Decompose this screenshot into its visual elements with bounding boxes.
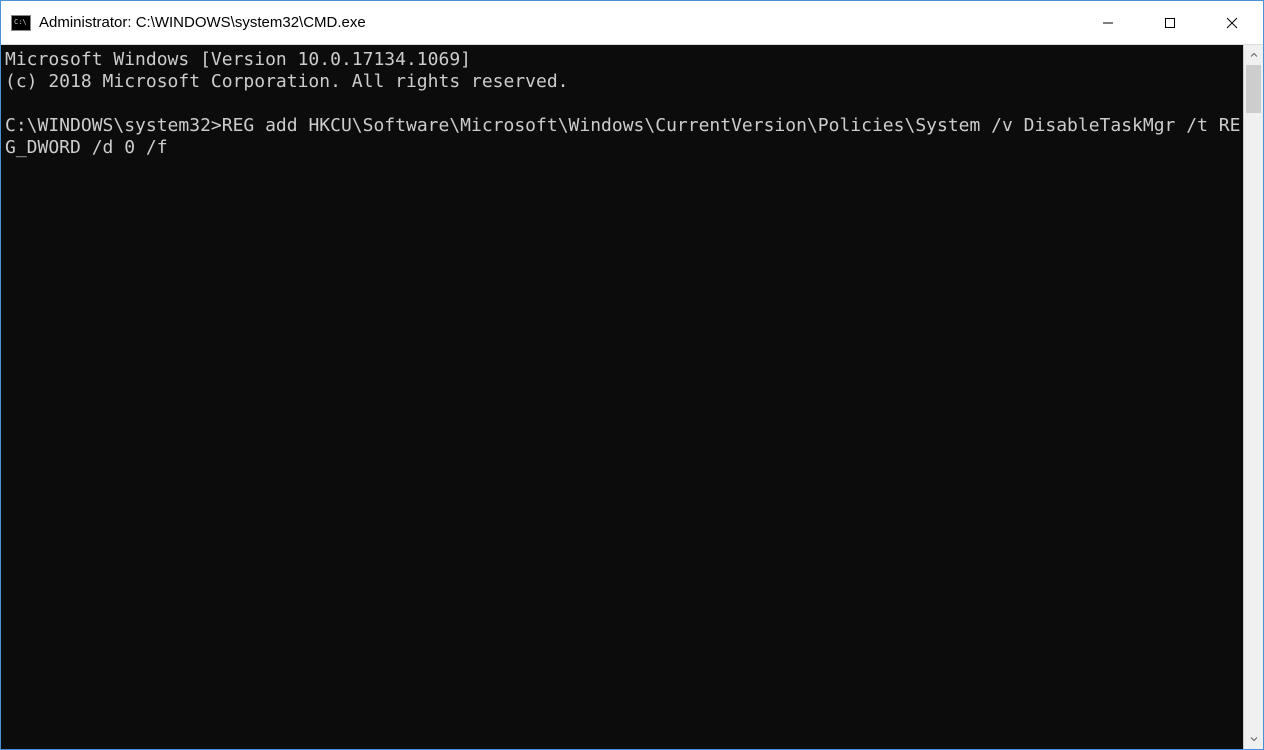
maximize-button[interactable]	[1139, 1, 1201, 44]
scroll-thumb[interactable]	[1246, 65, 1261, 113]
vertical-scrollbar[interactable]	[1243, 45, 1263, 749]
titlebar[interactable]: Administrator: C:\WINDOWS\system32\CMD.e…	[1, 1, 1263, 45]
minimize-button[interactable]	[1077, 1, 1139, 44]
cmd-window: Administrator: C:\WINDOWS\system32\CMD.e…	[0, 0, 1264, 750]
console-area: Microsoft Windows [Version 10.0.17134.10…	[1, 45, 1263, 749]
scroll-track[interactable]	[1244, 65, 1263, 729]
cmd-icon	[11, 15, 31, 31]
version-line: Microsoft Windows [Version 10.0.17134.10…	[5, 49, 471, 70]
maximize-icon	[1164, 17, 1176, 29]
window-controls	[1077, 1, 1263, 44]
scroll-down-button[interactable]	[1244, 729, 1263, 749]
window-title: Administrator: C:\WINDOWS\system32\CMD.e…	[39, 14, 1077, 31]
close-icon	[1226, 17, 1238, 29]
minimize-icon	[1102, 17, 1114, 29]
scroll-up-button[interactable]	[1244, 45, 1263, 65]
console-output[interactable]: Microsoft Windows [Version 10.0.17134.10…	[1, 45, 1243, 749]
chevron-up-icon	[1250, 51, 1258, 59]
copyright-line: (c) 2018 Microsoft Corporation. All righ…	[5, 71, 569, 92]
close-button[interactable]	[1201, 1, 1263, 44]
chevron-down-icon	[1250, 735, 1258, 743]
prompt: C:\WINDOWS\system32>	[5, 115, 222, 136]
